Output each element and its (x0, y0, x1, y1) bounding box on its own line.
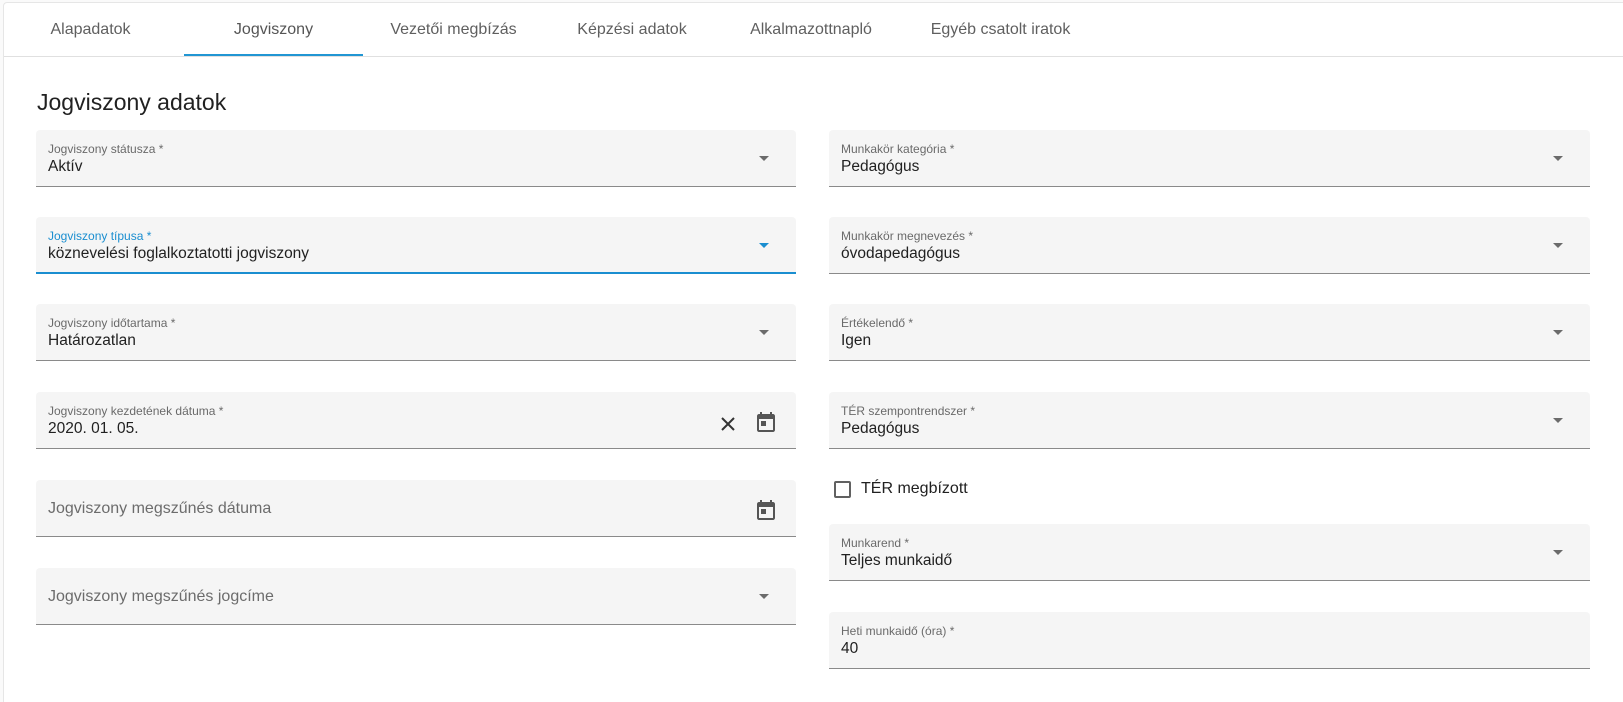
munkarend-select[interactable]: Munkarend * Teljes munkaidő (829, 524, 1590, 581)
dropdown-arrow-icon (1553, 330, 1563, 335)
clear-icon[interactable] (716, 412, 740, 436)
field-value: óvodapedagógus (841, 245, 960, 262)
tab-jogviszony[interactable]: Jogviszony (184, 3, 363, 57)
employee-record-card: Alapadatok Jogviszony Vezetői megbízás K… (3, 2, 1623, 702)
field-label: Munkakör megnevezés * (841, 229, 974, 243)
field-value: Igen (841, 332, 872, 349)
dropdown-arrow-icon (759, 594, 769, 599)
field-label: Értékelendő * (841, 316, 914, 330)
heti-munkaido-input[interactable]: Heti munkaidő (óra) * 40 (829, 612, 1590, 669)
dropdown-arrow-icon (1553, 550, 1563, 555)
ertekelendo-select[interactable]: Értékelendő * Igen (829, 304, 1590, 361)
field-value: köznevelési foglalkoztatotti jogviszony (48, 245, 310, 262)
munkakor-megnevezes-select[interactable]: Munkakör megnevezés * óvodapedagógus (829, 217, 1590, 274)
field-value: 2020. 01. 05. (48, 420, 139, 437)
dropdown-arrow-icon (1553, 243, 1563, 248)
tab-egyeb-csatolt-iratok[interactable]: Egyéb csatolt iratok (894, 3, 1107, 57)
field-value: Határozatlan (48, 332, 136, 349)
field-value: Pedagógus (841, 158, 920, 175)
field-value: Pedagógus (841, 420, 920, 437)
jogviszony-idotartama-select[interactable]: Jogviszony időtartama * Határozatlan (36, 304, 796, 361)
jogviszony-megszunes-jogcime-select[interactable]: Jogviszony megszűnés jogcíme (36, 568, 796, 625)
jogviszony-tipusa-select[interactable]: Jogviszony típusa * köznevelési foglalko… (36, 217, 796, 274)
tab-bar: Alapadatok Jogviszony Vezetői megbízás K… (4, 3, 1623, 57)
field-label: Munkarend * (841, 536, 910, 550)
tab-alkalmazottnaplo[interactable]: Alkalmazottnapló (721, 3, 901, 57)
calendar-icon[interactable] (754, 411, 778, 435)
jogviszony-megszunes-datuma-field[interactable]: Jogviszony megszűnés dátuma (36, 480, 796, 537)
field-label: TÉR szempontrendszer * (841, 404, 976, 418)
dropdown-arrow-icon (1553, 156, 1563, 161)
dropdown-arrow-icon (759, 156, 769, 161)
field-label: Jogviszony típusa * (48, 229, 152, 243)
field-label: Jogviszony időtartama * (48, 316, 176, 330)
field-label: Munkakör kategória * (841, 142, 955, 156)
active-tab-indicator (184, 54, 363, 56)
calendar-icon[interactable] (754, 499, 778, 523)
field-value: Teljes munkaidő (841, 552, 953, 569)
jogviszony-statusza-select[interactable]: Jogviszony státusza * Aktív (36, 130, 796, 187)
tab-vezetoi-megbizas[interactable]: Vezetői megbízás (366, 3, 541, 57)
field-value: Aktív (48, 158, 83, 175)
ter-megbizott-checkbox-row[interactable]: TÉR megbízott (834, 478, 968, 500)
field-value: 40 (841, 640, 859, 657)
field-label: Jogviszony státusza * (48, 142, 164, 156)
dropdown-arrow-icon (759, 243, 769, 248)
tab-alapadatok[interactable]: Alapadatok (4, 3, 177, 57)
field-label: Jogviszony kezdetének dátuma * (48, 404, 224, 418)
ter-szempontrendszer-select[interactable]: TÉR szempontrendszer * Pedagógus (829, 392, 1590, 449)
munkakor-kategoria-select[interactable]: Munkakör kategória * Pedagógus (829, 130, 1590, 187)
ter-megbizott-checkbox[interactable] (834, 480, 851, 498)
field-placeholder: Jogviszony megszűnés dátuma (48, 500, 272, 517)
field-label: Heti munkaidő (óra) * (841, 624, 955, 638)
dropdown-arrow-icon (759, 330, 769, 335)
tab-kepzesi-adatok[interactable]: Képzési adatok (542, 3, 722, 57)
checkbox-label: TÉR megbízott (861, 480, 968, 497)
dropdown-arrow-icon (1553, 418, 1563, 423)
jogviszony-kezdete-date-field[interactable]: Jogviszony kezdetének dátuma * 2020. 01.… (36, 392, 796, 449)
field-placeholder: Jogviszony megszűnés jogcíme (48, 588, 274, 605)
section-title: Jogviszony adatok (37, 89, 227, 115)
